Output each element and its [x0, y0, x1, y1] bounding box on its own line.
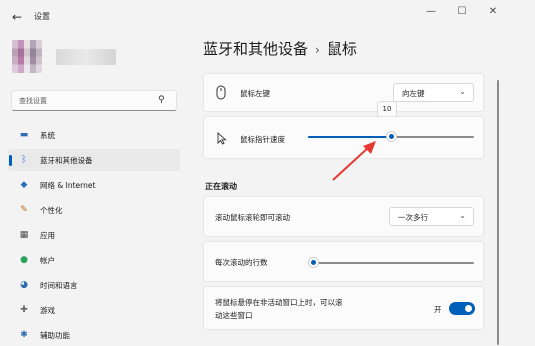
scroll-mode-value: 一次多行	[398, 213, 428, 222]
sidebar-item-2[interactable]: ◆ 网络 & Internet	[8, 174, 180, 196]
sidebar-item-label: 游戏	[40, 306, 55, 315]
scroll-mode-dropdown[interactable]: 一次多行 ⌄	[389, 207, 474, 226]
lines-per-scroll-label: 每次滚动的行数	[215, 258, 268, 267]
brush-icon: ✎	[20, 205, 28, 215]
sidebar-item-label: 系统	[40, 131, 55, 140]
scrolling-section-title: 正在滚动	[205, 182, 237, 191]
scrollbar[interactable]	[497, 80, 499, 345]
inactive-scroll-label-line2: 动这些窗口	[215, 311, 253, 320]
primary-button-card: 鼠标左键 向左键 ⌄	[203, 73, 484, 112]
sidebar-item-label: 时间和语言	[40, 281, 78, 290]
bluetooth-icon: ᛒ	[21, 155, 27, 165]
annotation-arrow-icon	[332, 141, 376, 181]
inactive-scroll-card: 将鼠标悬停在非活动窗口上时，可以滚 动这些窗口 开	[203, 286, 484, 330]
cursor-icon	[217, 132, 227, 145]
apps-icon: ▦	[19, 230, 29, 240]
sidebar-item-6[interactable]: ◕ 时间和语言	[8, 274, 180, 296]
close-button[interactable]: ✕	[478, 4, 508, 20]
breadcrumb-separator: ›	[315, 43, 320, 57]
monitor-icon: ▬	[19, 130, 29, 140]
page-title: 鼠标	[326, 40, 357, 58]
minimize-button[interactable]: —	[416, 4, 446, 20]
breadcrumb-parent[interactable]: 蓝牙和其他设备	[203, 40, 308, 58]
sidebar-item-label: 辅助功能	[40, 331, 70, 340]
user-name-blurred	[56, 49, 116, 65]
inactive-scroll-toggle[interactable]	[449, 302, 475, 315]
person-icon: ●	[20, 255, 28, 265]
slider-tooltip: 10	[377, 101, 397, 117]
slider-track	[308, 262, 474, 264]
sidebar-item-7[interactable]: ✚ 游戏	[8, 299, 180, 321]
sidebar-item-label: 蓝牙和其他设备	[40, 156, 93, 165]
primary-button-dropdown[interactable]: 向左键 ⌄	[393, 83, 474, 102]
avatar[interactable]	[12, 40, 42, 73]
search-icon[interactable]: ⚲	[158, 95, 169, 106]
slider-thumb[interactable]	[386, 131, 397, 142]
active-indicator	[9, 155, 12, 166]
sidebar-item-5[interactable]: ● 帐户	[8, 249, 180, 271]
sidebar-item-label: 网络 & Internet	[40, 181, 96, 190]
gamepad-icon: ✚	[20, 305, 28, 315]
scroll-mode-label: 滚动鼠标滚轮即可滚动	[215, 213, 290, 222]
sidebar-item-label: 个性化	[40, 206, 63, 215]
title-bar: ← 设置 — ☐ ✕	[0, 0, 535, 32]
sidebar-item-0[interactable]: ▬ 系统	[8, 124, 180, 146]
inactive-scroll-label-line1: 将鼠标悬停在非活动窗口上时，可以滚	[215, 298, 343, 307]
lines-per-scroll-card: 每次滚动的行数	[203, 241, 484, 282]
sidebar-item-3[interactable]: ✎ 个性化	[8, 199, 180, 221]
back-button[interactable]: ←	[8, 8, 26, 26]
lines-per-scroll-slider[interactable]	[308, 255, 474, 271]
pointer-speed-label: 鼠标指针速度	[240, 135, 285, 144]
globe-clock-icon: ◕	[20, 280, 28, 290]
search-box[interactable]: 查找设置 ⚲	[11, 90, 177, 111]
sidebar-item-8[interactable]: ✱ 辅助功能	[8, 324, 180, 346]
sidebar-item-1[interactable]: ᛒ 蓝牙和其他设备	[8, 149, 180, 171]
slider-thumb[interactable]	[308, 257, 319, 268]
scroll-mode-card: 滚动鼠标滚轮即可滚动 一次多行 ⌄	[203, 196, 484, 237]
sidebar-item-label: 应用	[40, 231, 55, 240]
app-title: 设置	[34, 12, 50, 21]
maximize-button[interactable]: ☐	[447, 4, 477, 20]
primary-button-value: 向左键	[402, 89, 425, 98]
mouse-icon	[216, 85, 226, 100]
sidebar-item-label: 帐户	[40, 256, 55, 265]
primary-button-label: 鼠标左键	[240, 89, 270, 98]
search-input[interactable]: 查找设置	[19, 96, 47, 106]
breadcrumb: 蓝牙和其他设备 › 鼠标	[203, 38, 357, 59]
toggle-state-label: 开	[434, 305, 442, 314]
accessibility-icon: ✱	[20, 330, 28, 340]
chevron-down-icon: ⌄	[459, 211, 466, 220]
chevron-down-icon: ⌄	[459, 87, 466, 96]
sidebar-item-4[interactable]: ▦ 应用	[8, 224, 180, 246]
wifi-icon: ◆	[20, 180, 28, 190]
